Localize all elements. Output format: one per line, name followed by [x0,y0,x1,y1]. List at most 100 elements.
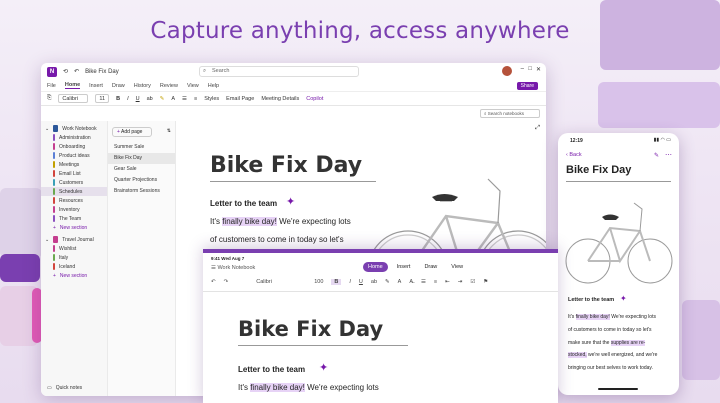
paste-icon[interactable]: ⎘ [47,95,51,102]
bold-button[interactable]: B [331,279,342,285]
underline-button[interactable]: U [136,96,140,102]
page-item[interactable]: Summer Sale [108,142,175,153]
section-label: Iceland [59,263,76,270]
highlight-icon[interactable]: ✎ [160,96,165,102]
undo-icon[interactable]: ↶ [74,68,79,75]
back-icon[interactable]: ⟲ [63,68,68,75]
size-select[interactable]: 100 [314,279,323,285]
tablet-note-line: It's finally bike day! We're expecting l… [238,383,379,392]
menu-history[interactable]: History [134,83,151,89]
underline-button[interactable]: U [359,279,363,285]
section-item[interactable]: Iceland [41,262,107,271]
numbering-icon[interactable]: ≡ [194,96,197,102]
section-item[interactable]: The Team [41,214,107,223]
notebook-work[interactable]: ⌄ Work Notebook [41,124,107,133]
menu-insert[interactable]: Insert [89,83,103,89]
bg-block [0,254,40,282]
notebook-travel[interactable]: ⌄ Travel Journal [41,235,107,244]
notebook-name[interactable]: ☰ Work Notebook [211,265,255,271]
share-button[interactable]: Share [516,82,538,90]
menu-draw[interactable]: Draw [112,83,125,89]
page-item[interactable]: Quarter Projections [108,175,175,186]
menu-review[interactable]: Review [160,83,178,89]
note-line: It's finally bike day! We're expecting l… [210,217,351,226]
maximize-icon[interactable]: □ [528,66,532,72]
add-page-button[interactable]: + Add page [112,127,152,137]
undo-icon[interactable]: ↶ [211,279,216,285]
menu-file[interactable]: File [47,83,56,89]
tab-insert[interactable]: Insert [392,262,416,272]
clear-format-icon[interactable]: A̶ [409,279,413,285]
tab-draw[interactable]: Draw [419,262,442,272]
section-color-bar [53,245,55,252]
section-color-bar [53,179,55,186]
section-item[interactable]: Wishlist [41,244,107,253]
headline: Capture anything, access anywhere [150,18,570,44]
checkbox-icon[interactable]: ☑ [470,279,475,285]
tab-view[interactable]: View [446,262,468,272]
font-select[interactable]: Calibri [256,279,306,285]
page-item[interactable]: Bike Fix Day [108,153,175,164]
section-item[interactable]: Resources [41,196,107,205]
outdent-icon[interactable]: ⇤ [445,279,450,285]
section-item[interactable]: Inventory [41,205,107,214]
section-item[interactable]: Product ideas [41,151,107,160]
section-item[interactable]: Italy [41,253,107,262]
strikethrough-button[interactable]: ab [147,96,153,102]
highlight-icon[interactable]: ✎ [385,279,390,285]
search-input[interactable]: ⌕ Search [199,66,359,77]
section-item[interactable]: Customers [41,178,107,187]
menu-home[interactable]: Home [64,82,81,89]
redo-icon[interactable]: ↷ [224,279,229,285]
star-icon: ✦ [286,196,296,208]
new-section-button[interactable]: + New section [41,223,107,232]
italic-button[interactable]: I [127,96,129,102]
page-item[interactable]: Gear Sale [108,164,175,175]
size-select[interactable]: 11 [95,94,110,103]
star-icon: ✦ [620,294,627,303]
bold-button[interactable]: B [116,96,120,102]
section-item[interactable]: Email List [41,169,107,178]
section-color-bar [53,188,55,195]
numbering-icon[interactable]: ≡ [434,279,437,285]
section-label: Administration [59,134,91,141]
copilot-button[interactable]: Copilot [306,96,323,102]
menu-view[interactable]: View [187,83,199,89]
italic-button[interactable]: I [349,279,351,285]
strikethrough-button[interactable]: ab [371,279,377,285]
font-select[interactable]: Calibri [58,94,89,103]
minimize-icon[interactable]: – [521,66,524,72]
expand-icon[interactable]: ⤢ [535,125,540,132]
search-notebooks-input[interactable]: ⌕ Search notebooks [480,109,540,118]
sort-icon[interactable]: ⇅ [167,128,171,134]
pen-icon[interactable]: ✎ [654,152,659,159]
page-item[interactable]: Brainstorm Sessions [108,186,175,197]
email-page-button[interactable]: Email Page [226,96,254,102]
font-color-icon[interactable]: A [171,96,175,102]
section-item[interactable]: Administration [41,133,107,142]
status-icons: ▮▮ ◠ ▭ [653,137,671,143]
section-label: Onboarding [59,143,86,150]
tag-icon[interactable]: ⚑ [483,279,488,285]
back-button[interactable]: ‹ Back [566,152,582,158]
close-icon[interactable]: ✕ [536,66,541,73]
font-color-icon[interactable]: A [398,279,402,285]
section-color-bar [53,170,55,177]
styles-button[interactable]: Styles [204,96,219,102]
new-section-button[interactable]: + New section [41,271,107,280]
section-item[interactable]: Meetings [41,160,107,169]
section-item[interactable]: Onboarding [41,142,107,151]
more-icon[interactable]: ⋯ [665,151,672,159]
quick-notes[interactable]: ▭ Quick notes [41,383,82,392]
bullets-icon[interactable]: ☰ [182,96,187,102]
phone-device: 12:19 ▮▮ ◠ ▭ ‹ Back ✎ ⋯ Bike Fix Day Let… [558,133,679,395]
tab-home[interactable]: Home [363,262,388,272]
avatar[interactable] [502,66,512,76]
indent-icon[interactable]: ⇥ [458,279,463,285]
section-color-bar [53,263,55,270]
menu-help[interactable]: Help [208,83,219,89]
meeting-details-button[interactable]: Meeting Details [261,96,299,102]
section-color-bar [53,197,55,204]
bullets-icon[interactable]: ☰ [421,279,426,285]
section-item[interactable]: Schedules [41,187,107,196]
